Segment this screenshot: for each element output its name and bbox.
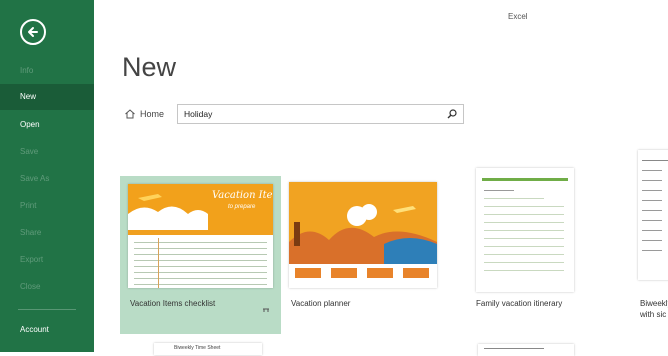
template-vacation-planner[interactable]: Vacation planner [289, 176, 439, 334]
sidebar-item-open[interactable]: Open [0, 112, 94, 138]
sidebar-divider [18, 309, 76, 310]
template-thumbnail-row2-1[interactable]: Biweekly Time Sheet [154, 343, 262, 355]
template-biweekly-time-sheet[interactable]: Biweekly with sic [636, 146, 668, 334]
search-icon[interactable] [447, 109, 457, 119]
template-family-vacation-itinerary[interactable]: Family vacation itinerary [474, 166, 584, 334]
back-arrow-icon[interactable] [20, 19, 46, 45]
template-vacation-items-checklist[interactable]: Vacation Items to prepare Vacation Items… [120, 176, 281, 334]
template-thumbnail [476, 168, 574, 292]
sidebar-item-export[interactable]: Export [0, 247, 94, 273]
template-search-box [177, 104, 464, 124]
app-title: Excel [508, 12, 528, 21]
vacation-planner-thumbnail-art [289, 182, 437, 288]
template-label: Vacation Items checklist [130, 299, 216, 308]
search-input[interactable] [184, 109, 434, 119]
page-title: New [122, 52, 177, 82]
thumb-subtitle: to prepare [228, 204, 256, 210]
sidebar-item-save[interactable]: Save [0, 139, 94, 165]
home-label: Home [140, 109, 165, 119]
sidebar-item-save-as[interactable]: Save As [0, 166, 94, 192]
template-thumbnail: Vacation Items to prepare [128, 184, 273, 288]
home-icon [125, 109, 135, 119]
row2-thumb-header: Biweekly Time Sheet [174, 345, 221, 351]
template-thumbnail [289, 182, 437, 288]
sidebar-item-info[interactable]: Info [0, 58, 94, 84]
sidebar-item-print[interactable]: Print [0, 193, 94, 219]
sidebar-item-new[interactable]: New [0, 84, 94, 110]
backstage-sidebar: Info New Open Save Save As Print Share E… [0, 0, 94, 352]
template-thumbnail [638, 150, 668, 280]
sidebar-item-share[interactable]: Share [0, 220, 94, 246]
sidebar-item-account[interactable]: Account [0, 317, 94, 343]
template-thumbnail-row2-2[interactable] [478, 344, 574, 356]
template-label: Biweekly with sic [640, 299, 668, 319]
template-label: Vacation planner [291, 299, 351, 308]
pin-icon[interactable] [262, 307, 270, 313]
thumb-title: Vacation Items [212, 190, 273, 201]
template-label: Family vacation itinerary [476, 299, 563, 308]
sidebar-item-close[interactable]: Close [0, 274, 94, 300]
